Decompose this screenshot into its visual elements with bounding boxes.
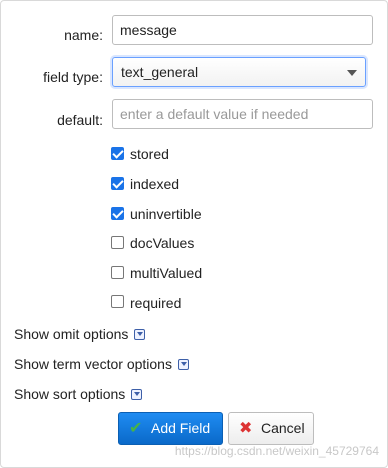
field-type-value: text_general <box>121 64 199 80</box>
docvalues-checkbox[interactable] <box>111 236 124 249</box>
chevron-down-icon <box>177 359 189 370</box>
x-icon: ✖ <box>239 420 253 437</box>
indexed-label: indexed <box>130 176 180 192</box>
name-input[interactable]: message <box>112 15 373 45</box>
required-label: required <box>130 295 182 311</box>
uninvertible-checkbox[interactable] <box>111 207 124 220</box>
default-input[interactable]: enter a default value if needed <box>112 99 373 129</box>
show-omit-options-label: Show omit options <box>14 326 129 342</box>
stored-label: stored <box>130 146 169 162</box>
uninvertible-label: uninvertible <box>130 206 202 222</box>
show-term-vector-options[interactable]: Show term vector options <box>14 356 189 372</box>
show-sort-options-label: Show sort options <box>14 386 126 402</box>
chevron-down-icon <box>131 389 143 400</box>
default-label: default: <box>57 112 103 128</box>
show-term-vector-options-label: Show term vector options <box>14 356 172 372</box>
cancel-button[interactable]: ✖ Cancel <box>228 412 314 445</box>
show-sort-options[interactable]: Show sort options <box>14 386 143 402</box>
name-label: name: <box>64 27 103 43</box>
docvalues-label: docValues <box>130 235 195 251</box>
add-field-dialog: name: message field type: text_general d… <box>0 0 388 468</box>
add-field-button[interactable]: ✔ Add Field <box>118 412 223 445</box>
indexed-checkbox[interactable] <box>111 177 124 190</box>
field-type-select[interactable]: text_general <box>112 57 366 87</box>
chevron-down-icon <box>347 70 357 76</box>
multivalued-label: multiValued <box>130 265 203 281</box>
multivalued-checkbox[interactable] <box>111 266 124 279</box>
field-type-label: field type: <box>43 69 103 85</box>
stored-checkbox[interactable] <box>111 147 124 160</box>
add-field-label: Add Field <box>151 420 211 436</box>
watermark: https://blog.csdn.net/weixin_45729764 <box>174 444 379 458</box>
check-icon: ✔ <box>129 420 143 437</box>
cancel-label: Cancel <box>261 420 305 436</box>
chevron-down-icon <box>134 329 146 340</box>
show-omit-options[interactable]: Show omit options <box>14 326 146 342</box>
required-checkbox[interactable] <box>111 295 124 308</box>
